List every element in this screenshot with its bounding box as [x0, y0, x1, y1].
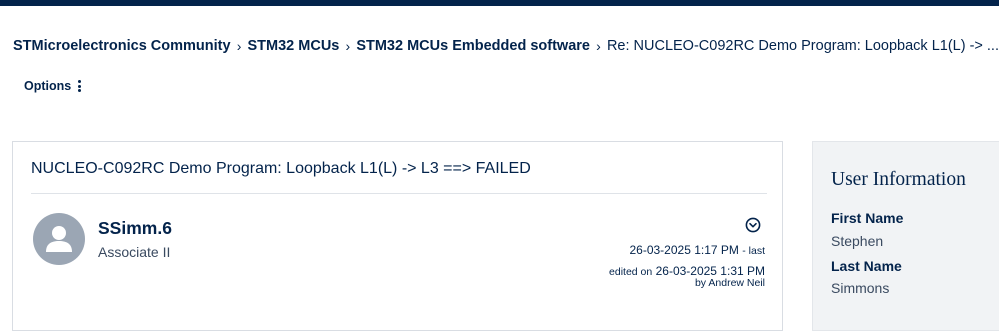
user-information-title: User Information — [831, 169, 966, 190]
chevron-circle-down-icon[interactable] — [745, 217, 761, 233]
breadcrumb-separator-icon: › — [345, 38, 351, 54]
last-name-value: Simmons — [831, 280, 890, 296]
breadcrumb: STMicroelectronics Community › STM32 MCU… — [13, 36, 999, 56]
user-silhouette-icon[interactable] — [33, 213, 85, 265]
posted-date: 26-03-2025 1:17 PM — [629, 243, 739, 257]
edited-by-line: by Andrew Neil — [695, 277, 765, 289]
edited-on-label: edited on — [609, 266, 653, 278]
first-name-value: Stephen — [831, 233, 884, 249]
breadcrumb-separator-icon: › — [236, 38, 242, 54]
breadcrumb-item-stm32-mcus[interactable]: STM32 MCUs — [248, 38, 340, 54]
author-name-link[interactable]: SSimm.6 — [98, 218, 172, 239]
breadcrumb-current-page: Re: NUCLEO-C092RC Demo Program: Loopback… — [606, 38, 999, 54]
breadcrumb-item-embedded-software[interactable]: STM32 MCUs Embedded software — [356, 38, 590, 54]
edited-date: 26-03-2025 1:31 PM — [655, 264, 765, 278]
editor-name[interactable]: Andrew Neil — [708, 277, 765, 289]
divider — [31, 193, 767, 194]
post-timestamp: 26-03-2025 1:17 PM - last edited on 26-0… — [609, 240, 765, 282]
breadcrumb-item-community[interactable]: STMicroelectronics Community — [13, 38, 231, 54]
last-label: - last — [742, 245, 765, 257]
last-name-label: Last Name — [831, 258, 902, 274]
top-navigation-bar — [0, 0, 999, 6]
user-information-panel: User Information First Name Stephen Last… — [812, 141, 999, 331]
post-card: NUCLEO-C092RC Demo Program: Loopback L1(… — [12, 141, 783, 331]
options-label: Options — [24, 79, 72, 93]
first-name-label: First Name — [831, 210, 904, 226]
by-label: by — [694, 277, 707, 289]
options-menu-button[interactable]: Options — [24, 79, 82, 93]
breadcrumb-separator-icon: › — [596, 38, 601, 54]
vertical-dots-icon — [78, 80, 82, 92]
post-title: NUCLEO-C092RC Demo Program: Loopback L1(… — [31, 160, 531, 177]
author-rank: Associate II — [98, 244, 171, 260]
